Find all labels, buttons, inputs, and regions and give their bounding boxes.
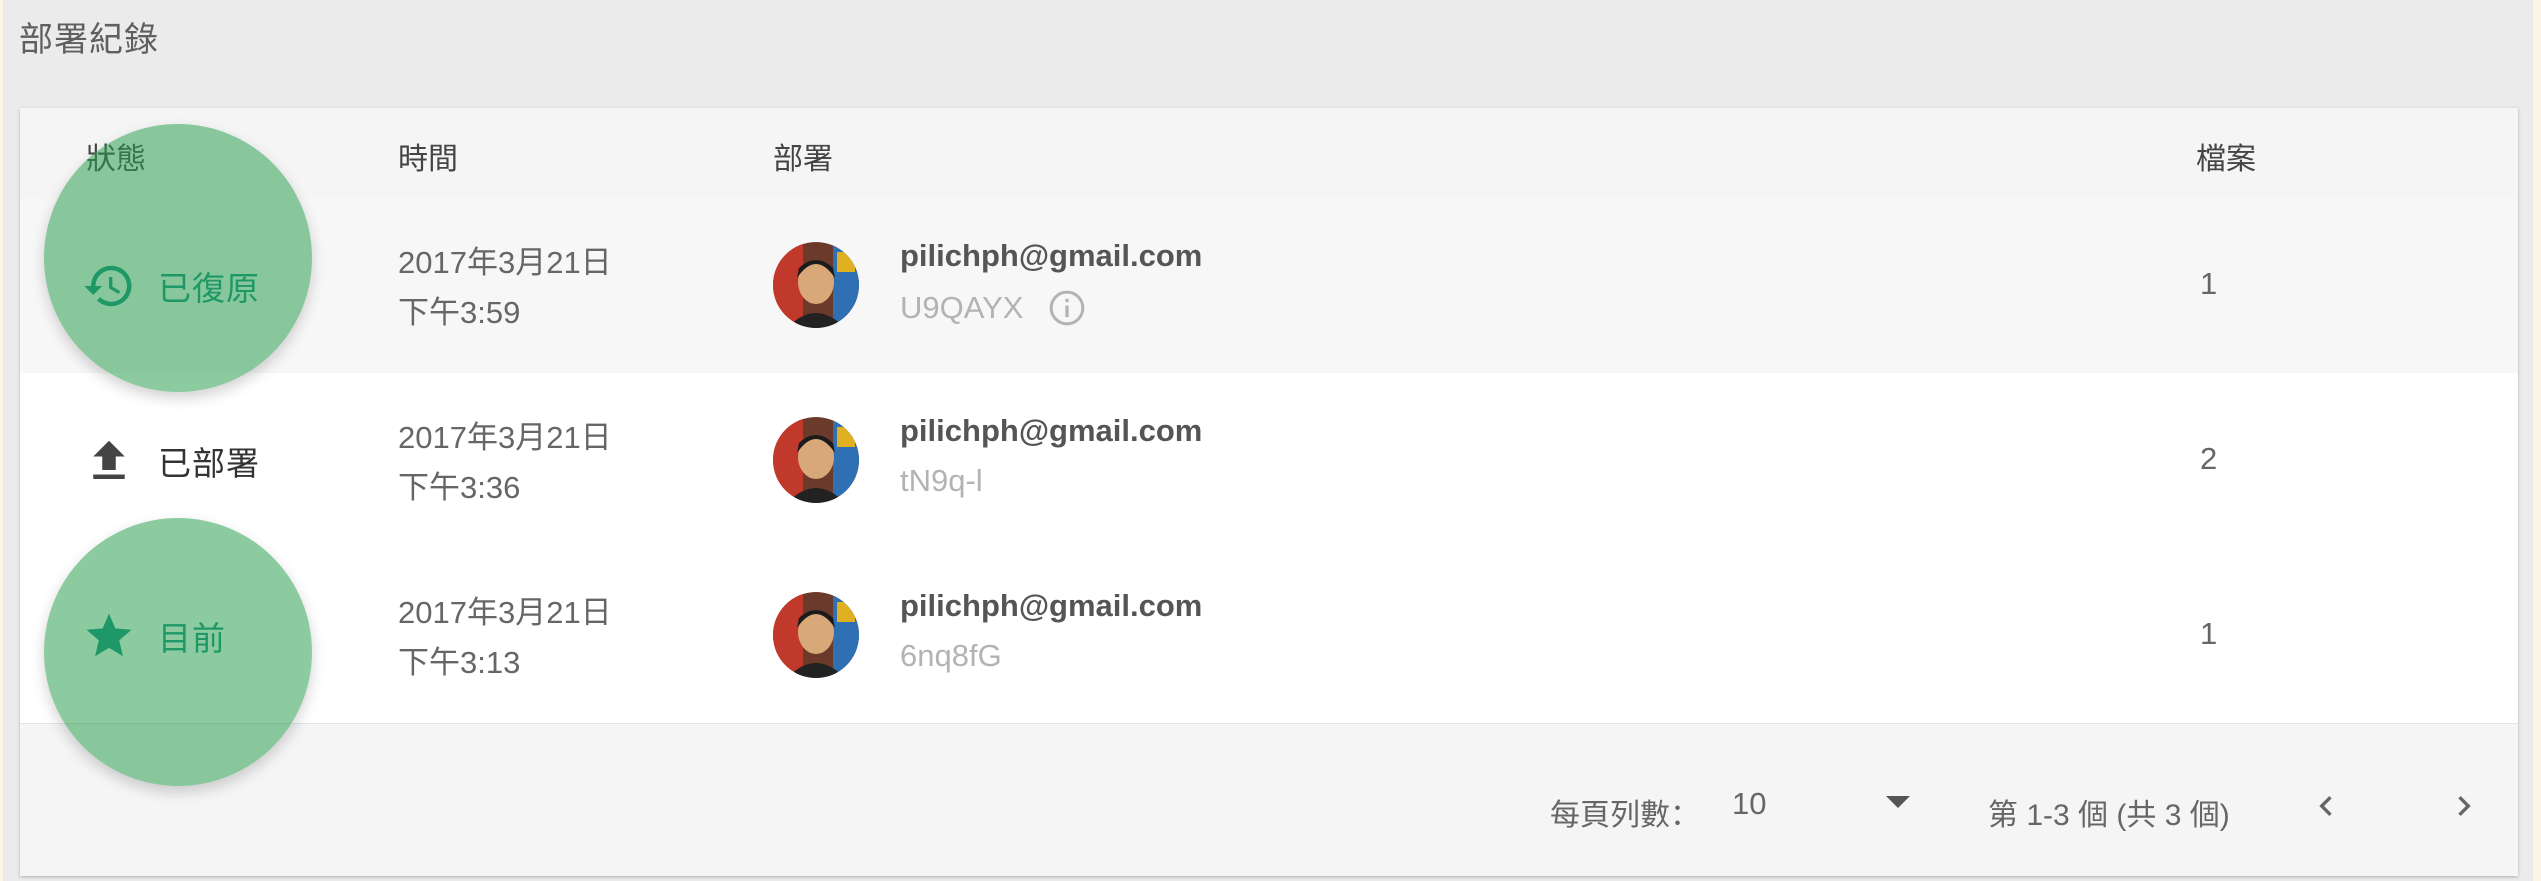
deploy-id: tN9q-l (900, 463, 983, 499)
avatar (773, 592, 859, 678)
timestamp: 2017年3月21日 下午3:36 (398, 413, 612, 513)
date-text: 2017年3月21日 (398, 595, 612, 630)
avatar (773, 242, 859, 328)
time-text: 下午3:36 (398, 470, 521, 505)
header-deploy: 部署 (773, 143, 833, 176)
status-label: 已部署 (158, 444, 260, 482)
star-icon (82, 609, 136, 663)
status-label: 已復原 (158, 269, 260, 307)
user-email: pilichph@gmail.com (900, 238, 1203, 273)
user-email: pilichph@gmail.com (900, 588, 1203, 623)
status-cell: 已復原 (82, 198, 260, 373)
section-title: 部署紀錄 (19, 21, 159, 59)
status-cell: 已部署 (82, 373, 260, 548)
header-time: 時間 (398, 143, 458, 176)
header-status: 狀態 (86, 143, 146, 176)
deploy-id-text: tN9q-l (900, 463, 983, 498)
info-icon[interactable] (1047, 288, 1087, 328)
date-text: 2017年3月21日 (398, 245, 612, 280)
table-row[interactable]: 已復原 2017年3月21日 下午3:59 pilichph@gmail.com (20, 198, 2518, 375)
avatar (773, 417, 859, 503)
status-label: 目前 (158, 619, 226, 657)
deploy-id: U9QAYX (900, 288, 1087, 328)
pagination-bar: 每頁列數： 10 第 1-3 個 (共 3 個) (20, 724, 2518, 876)
chevron-right-icon[interactable] (2444, 782, 2484, 830)
header-files: 檔案 (2196, 143, 2256, 176)
status-cell: 目前 (82, 548, 226, 723)
table-row[interactable]: 目前 2017年3月21日 下午3:13 pilichph@gmail.com (20, 548, 2518, 725)
rows-per-page-select[interactable]: 10 (1732, 786, 1766, 822)
deploy-id: 6nq8fG (900, 638, 1002, 674)
history-icon (82, 259, 136, 313)
table-header: 狀態 時間 部署 檔案 (20, 108, 2518, 200)
upload-icon (82, 434, 136, 488)
file-count: 2 (2200, 441, 2218, 476)
deploy-history-panel: 部署紀錄 狀態 時間 部署 檔案 已復原 2017年3月21日 下午3:59 p… (3, 0, 2533, 881)
page-range: 第 1-3 個 (共 3 個) (1988, 799, 2230, 832)
time-text: 下午3:13 (398, 645, 521, 680)
dropdown-caret-icon[interactable] (1886, 796, 1910, 808)
timestamp: 2017年3月21日 下午3:59 (398, 238, 612, 338)
file-count: 1 (2200, 266, 2218, 301)
deploy-history-table: 狀態 時間 部署 檔案 已復原 2017年3月21日 下午3:59 pilich… (20, 108, 2518, 876)
rows-per-page-label: 每頁列數： (1550, 799, 1700, 832)
time-text: 下午3:59 (398, 295, 521, 330)
table-row[interactable]: 已部署 2017年3月21日 下午3:36 pilichph@gmail.com (20, 373, 2518, 550)
date-text: 2017年3月21日 (398, 420, 612, 455)
deploy-id-text: U9QAYX (900, 290, 1024, 325)
user-email: pilichph@gmail.com (900, 413, 1203, 448)
file-count: 1 (2200, 616, 2218, 651)
deploy-id-text: 6nq8fG (900, 638, 1002, 673)
chevron-left-icon[interactable] (2306, 782, 2346, 830)
timestamp: 2017年3月21日 下午3:13 (398, 588, 612, 688)
